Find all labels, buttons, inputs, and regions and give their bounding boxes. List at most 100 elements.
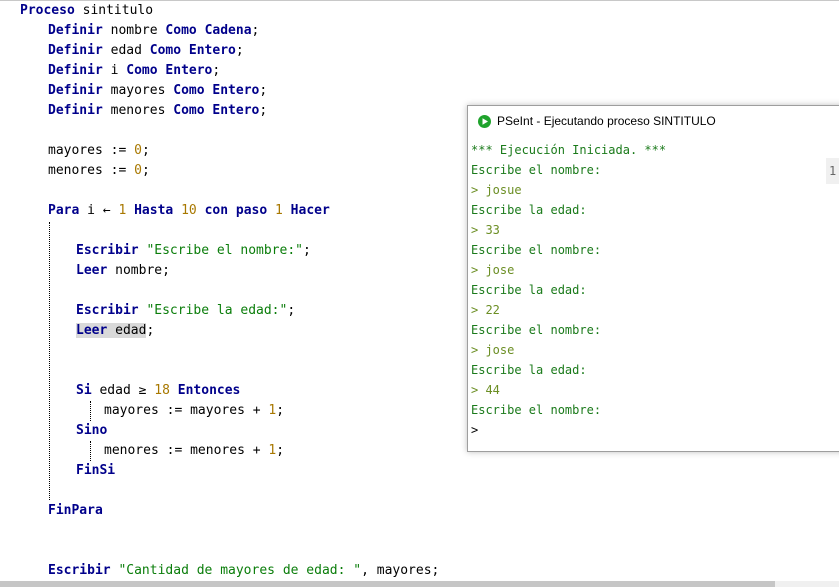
keyword-si: Si xyxy=(76,383,92,398)
plus-operator: + xyxy=(244,443,269,458)
var-edad: edad xyxy=(115,323,147,338)
var-edad: edad xyxy=(99,383,131,398)
code-line-finpara[interactable]: FinPara xyxy=(48,501,103,521)
var-i: i xyxy=(110,63,119,78)
string-escribe-nombre: "Escribe el nombre:" xyxy=(146,243,303,258)
console-line: *** Ejecución Iniciada. *** xyxy=(471,143,667,157)
console-prompt[interactable]: > xyxy=(471,420,478,440)
var-nombre: nombre xyxy=(110,23,158,38)
number-zero: 0 xyxy=(134,143,142,158)
code-line-si[interactable]: Si edad ≥ 18 Entonces xyxy=(76,381,240,401)
var-mayores: mayores xyxy=(48,143,103,158)
semicolon: ; xyxy=(212,63,221,78)
var-edad: edad xyxy=(110,43,142,58)
keyword-para: Para xyxy=(48,203,80,218)
code-line-leer-edad[interactable]: Leer edad; xyxy=(76,321,154,341)
arrow-operator: ← xyxy=(94,203,119,218)
console-title: PSeInt - Ejecutando proceso SINTITULO xyxy=(497,114,716,128)
pseint-play-icon xyxy=(478,115,491,128)
semicolon: ; xyxy=(146,323,155,338)
number-one: 1 xyxy=(118,203,127,218)
code-line-mayores-init[interactable]: mayores := 0; xyxy=(48,141,150,161)
console-line: Escribe el nombre: xyxy=(471,403,602,417)
console-line: Escribe la edad: xyxy=(471,203,587,217)
code-line-escribir-nombre[interactable]: Escribir "Escribe el nombre:"; xyxy=(76,241,311,261)
var-nombre: nombre xyxy=(115,263,163,278)
keyword-escribir: Escribir xyxy=(76,303,139,318)
keyword-hacer: Hacer xyxy=(290,203,330,218)
semicolon: ; xyxy=(303,243,311,258)
code-line-escribir-edad[interactable]: Escribir "Escribe la edad:"; xyxy=(76,301,295,321)
keyword-entero: Entero xyxy=(165,63,213,78)
horizontal-scrollbar-thumb[interactable] xyxy=(0,581,775,587)
semicolon: ; xyxy=(141,143,150,158)
number-eighteen: 18 xyxy=(154,383,170,398)
keyword-escribir: Escribir xyxy=(48,563,111,578)
keyword-proceso: Proceso xyxy=(20,3,75,18)
code-line-escribir-mayores[interactable]: Escribir "Cantidad de mayores de edad: "… xyxy=(48,561,439,581)
var-mayores: mayores xyxy=(190,403,245,418)
gte-operator: ≥ xyxy=(130,383,155,398)
keyword-definir: Definir xyxy=(48,103,103,118)
keyword-entero: Entero xyxy=(188,43,236,58)
assign-operator: := xyxy=(102,143,135,158)
code-line-mayores-inc[interactable]: mayores := mayores + 1; xyxy=(104,401,284,421)
horizontal-scrollbar[interactable] xyxy=(0,581,839,587)
mayores-argument: , mayores; xyxy=(361,563,440,578)
console-input-line: > 44 xyxy=(471,383,500,397)
selected-text: Leer edad xyxy=(76,323,147,338)
console-input-line: > 22 xyxy=(471,303,500,317)
keyword-sino: Sino xyxy=(76,423,108,438)
number-ten: 10 xyxy=(181,203,197,218)
code-line-definir-nombre[interactable]: Definir nombre Como Cadena; xyxy=(48,21,259,41)
console-line: Escribe la edad: xyxy=(471,363,587,377)
keyword-como: Como xyxy=(126,63,158,78)
keyword-definir: Definir xyxy=(48,63,103,78)
keyword-con-paso: con paso xyxy=(204,203,268,218)
semicolon: ; xyxy=(276,403,285,418)
semicolon: ; xyxy=(259,83,268,98)
code-line-definir-menores[interactable]: Definir menores Como Entero; xyxy=(48,101,267,121)
keyword-leer: Leer xyxy=(76,263,108,278)
keyword-entero: Entero xyxy=(212,83,260,98)
console-titlebar[interactable]: PSeInt - Ejecutando proceso SINTITULO xyxy=(468,106,839,137)
semicolon: ; xyxy=(259,103,268,118)
string-escribe-edad: "Escribe la edad:" xyxy=(146,303,288,318)
keyword-hasta: Hasta xyxy=(134,203,174,218)
code-line-menores-init[interactable]: menores := 0; xyxy=(48,161,150,181)
console-input-line: > jose xyxy=(471,263,515,277)
code-line-para[interactable]: Para i ← 1 Hasta 10 con paso 1 Hacer xyxy=(48,201,330,221)
console-input-line: > 33 xyxy=(471,223,500,237)
para-indent-guide xyxy=(49,222,50,500)
semicolon: ; xyxy=(251,23,260,38)
console-side-panel[interactable]: 1: xyxy=(826,158,839,184)
code-line-definir-i[interactable]: Definir i Como Entero; xyxy=(48,61,220,81)
keyword-entero: Entero xyxy=(212,103,260,118)
keyword-cadena: Cadena xyxy=(204,23,252,38)
console-line: Escribe el nombre: xyxy=(471,323,602,337)
keyword-como: Como xyxy=(149,43,182,58)
assign-operator: := xyxy=(158,443,191,458)
console-line: Escribe el nombre: xyxy=(471,163,602,177)
code-line-definir-mayores[interactable]: Definir mayores Como Entero; xyxy=(48,81,267,101)
assign-operator: := xyxy=(102,163,135,178)
console-window[interactable]: PSeInt - Ejecutando proceso SINTITULO **… xyxy=(467,105,839,452)
code-line-proceso[interactable]: Proceso sintitulo xyxy=(20,1,153,21)
var-i: i xyxy=(87,203,95,218)
var-menores: menores xyxy=(190,443,245,458)
code-line-finsi[interactable]: FinSi xyxy=(76,461,115,481)
keyword-finpara: FinPara xyxy=(48,503,103,518)
code-line-definir-edad[interactable]: Definir edad Como Entero; xyxy=(48,41,244,61)
code-line-menores-inc[interactable]: menores := menores + 1; xyxy=(104,441,284,461)
semicolon: ; xyxy=(235,43,244,58)
var-mayores: mayores xyxy=(104,403,159,418)
var-menores: menores xyxy=(110,103,166,118)
keyword-leer: Leer xyxy=(76,323,108,338)
code-line-sino[interactable]: Sino xyxy=(76,421,107,441)
string-cantidad-mayores: "Cantidad de mayores de edad: " xyxy=(118,563,362,578)
code-line-leer-nombre[interactable]: Leer nombre; xyxy=(76,261,170,281)
keyword-como: Como xyxy=(165,23,197,38)
plus-operator: + xyxy=(244,403,269,418)
si-indent-guide xyxy=(90,401,91,421)
console-input-line: > josue xyxy=(471,183,522,197)
